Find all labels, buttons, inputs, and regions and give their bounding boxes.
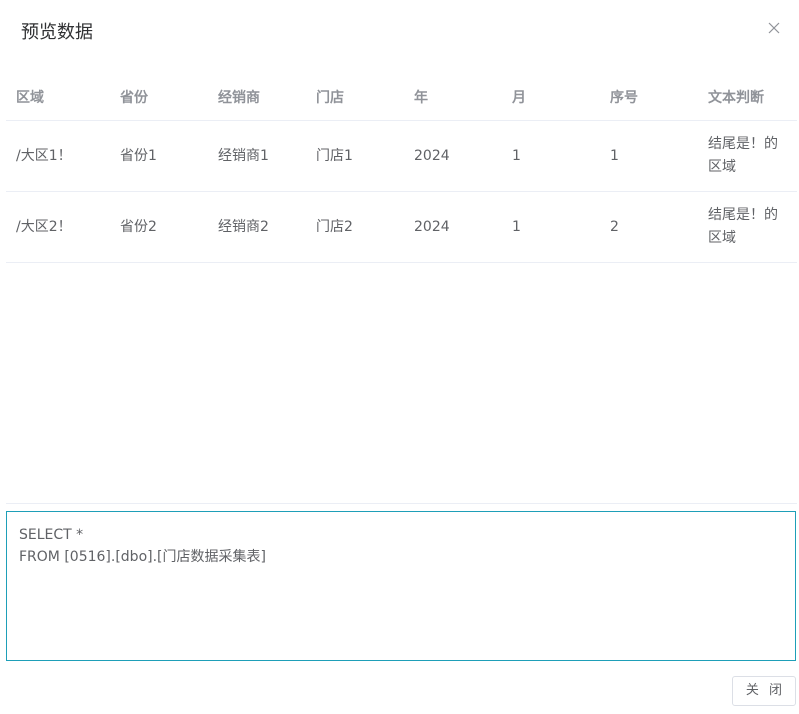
table-cell: 结尾是！的区域 <box>698 120 797 192</box>
preview-data-dialog: 预览数据 区域 省份 经销商 门店 年 月 序号 文本判断 /大区1！ 省份1 … <box>0 0 799 714</box>
table-header-row: 区域 省份 经销商 门店 年 月 序号 文本判断 <box>6 73 797 121</box>
table-cell: 1 <box>502 120 600 192</box>
close-icon[interactable] <box>767 21 781 35</box>
table-cell: 2024 <box>404 120 502 192</box>
table-cell: 省份1 <box>110 120 208 192</box>
dialog-title: 预览数据 <box>21 22 93 43</box>
column-header-province[interactable]: 省份 <box>110 73 208 121</box>
column-header-text-judgement[interactable]: 文本判断 <box>698 73 797 121</box>
data-table: 区域 省份 经销商 门店 年 月 序号 文本判断 /大区1！ 省份1 经销商1 … <box>6 73 797 263</box>
table-cell: 1 <box>502 191 600 263</box>
column-header-serial[interactable]: 序号 <box>600 73 698 121</box>
column-header-store[interactable]: 门店 <box>306 73 404 121</box>
column-header-region[interactable]: 区域 <box>6 73 110 121</box>
table-row[interactable]: /大区2！ 省份2 经销商2 门店2 2024 1 2 结尾是！的区域 <box>6 191 797 263</box>
table-cell: 经销商1 <box>208 120 306 192</box>
data-table-container: 区域 省份 经销商 门店 年 月 序号 文本判断 /大区1！ 省份1 经销商1 … <box>6 73 797 504</box>
column-header-dealer[interactable]: 经销商 <box>208 73 306 121</box>
sql-query-textarea[interactable]: SELECT * FROM [0516].[dbo].[门店数据采集表] <box>6 511 796 661</box>
close-button[interactable]: 关 闭 <box>732 676 796 706</box>
table-cell: 门店2 <box>306 191 404 263</box>
table-cell: /大区2！ <box>6 191 110 263</box>
column-header-month[interactable]: 月 <box>502 73 600 121</box>
table-row[interactable]: /大区1！ 省份1 经销商1 门店1 2024 1 1 结尾是！的区域 <box>6 120 797 192</box>
table-cell: 1 <box>600 120 698 192</box>
table-cell: 2024 <box>404 191 502 263</box>
column-header-year[interactable]: 年 <box>404 73 502 121</box>
table-cell: /大区1！ <box>6 120 110 192</box>
dialog-header: 预览数据 <box>0 0 799 64</box>
table-cell: 2 <box>600 191 698 263</box>
table-cell: 门店1 <box>306 120 404 192</box>
table-cell: 结尾是！的区域 <box>698 191 797 263</box>
table-cell: 经销商2 <box>208 191 306 263</box>
table-cell: 省份2 <box>110 191 208 263</box>
